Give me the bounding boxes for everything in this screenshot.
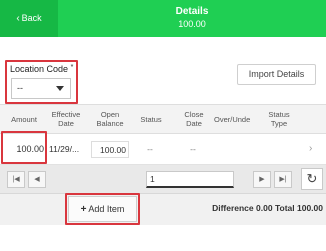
page-subtitle-amount: 100.00 bbox=[178, 19, 206, 29]
grid-header-row: Amount Effective Date Open Balance Statu… bbox=[0, 104, 326, 134]
chevron-left-icon: ‹ bbox=[16, 13, 20, 24]
prev-page-icon[interactable]: ◀ bbox=[28, 171, 46, 188]
cell-open-balance[interactable]: 100.00 bbox=[91, 141, 129, 158]
last-page-icon[interactable]: ▶| bbox=[274, 171, 292, 188]
highlight-amount-column bbox=[1, 131, 47, 164]
difference-value: 0.00 bbox=[256, 203, 273, 213]
total-value: 100.00 bbox=[297, 203, 323, 213]
back-button-label: Back bbox=[21, 13, 42, 23]
refresh-icon[interactable]: ↻ bbox=[301, 168, 323, 190]
column-header-close-date[interactable]: Close Date bbox=[178, 105, 210, 133]
table-row[interactable]: 100.00 11/29/... 100.00 -- -- › bbox=[0, 134, 326, 165]
total-label: Total bbox=[274, 203, 295, 213]
column-header-status[interactable]: Status bbox=[133, 105, 169, 133]
first-page-icon[interactable]: |◀ bbox=[7, 171, 25, 188]
highlight-location-code bbox=[5, 60, 78, 104]
column-header-over-under[interactable]: Over/Unde bbox=[214, 105, 258, 133]
grid-pager: |◀ ◀ 1 ▶ ▶| ↻ bbox=[0, 165, 326, 194]
highlight-add-item bbox=[65, 193, 140, 225]
chevron-right-icon[interactable]: › bbox=[309, 134, 312, 164]
column-header-open-balance[interactable]: Open Balance bbox=[89, 105, 131, 133]
back-button[interactable]: ‹ Back bbox=[0, 0, 58, 37]
totals-summary: Difference 0.00 Total 100.00 bbox=[212, 203, 323, 213]
cell-status: -- bbox=[147, 144, 153, 154]
difference-label: Difference bbox=[212, 203, 254, 213]
import-details-button[interactable]: Import Details bbox=[237, 64, 316, 85]
next-page-icon[interactable]: ▶ bbox=[253, 171, 271, 188]
app-header: ‹ Back Details 100.00 bbox=[0, 0, 326, 37]
column-header-effective-date[interactable]: Effective Date bbox=[46, 105, 86, 133]
page-title: Details bbox=[175, 6, 209, 17]
cell-close-date: -- bbox=[190, 144, 196, 154]
column-header-status-type[interactable]: Status Type bbox=[261, 105, 297, 133]
column-header-amount[interactable]: Amount bbox=[4, 105, 44, 133]
cell-effective-date: 11/29/... bbox=[49, 144, 80, 154]
page-number-input[interactable]: 1 bbox=[146, 171, 234, 188]
